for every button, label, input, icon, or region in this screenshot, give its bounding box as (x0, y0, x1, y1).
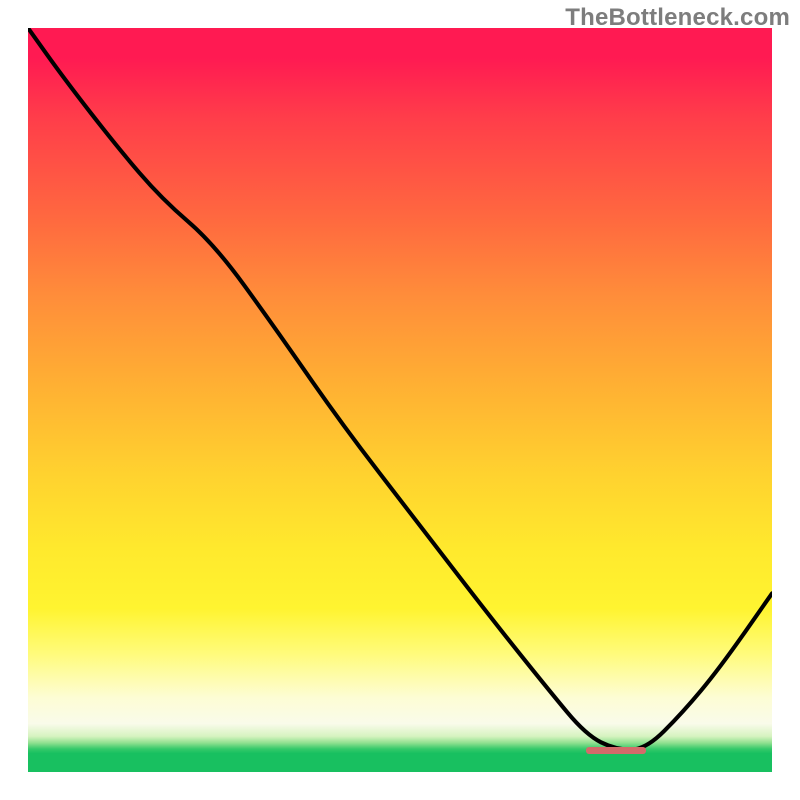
watermark-text: TheBottleneck.com (565, 4, 790, 32)
chart-line (28, 28, 772, 772)
chart-plot-area (28, 28, 772, 772)
bottleneck-zone-marker (586, 747, 646, 754)
